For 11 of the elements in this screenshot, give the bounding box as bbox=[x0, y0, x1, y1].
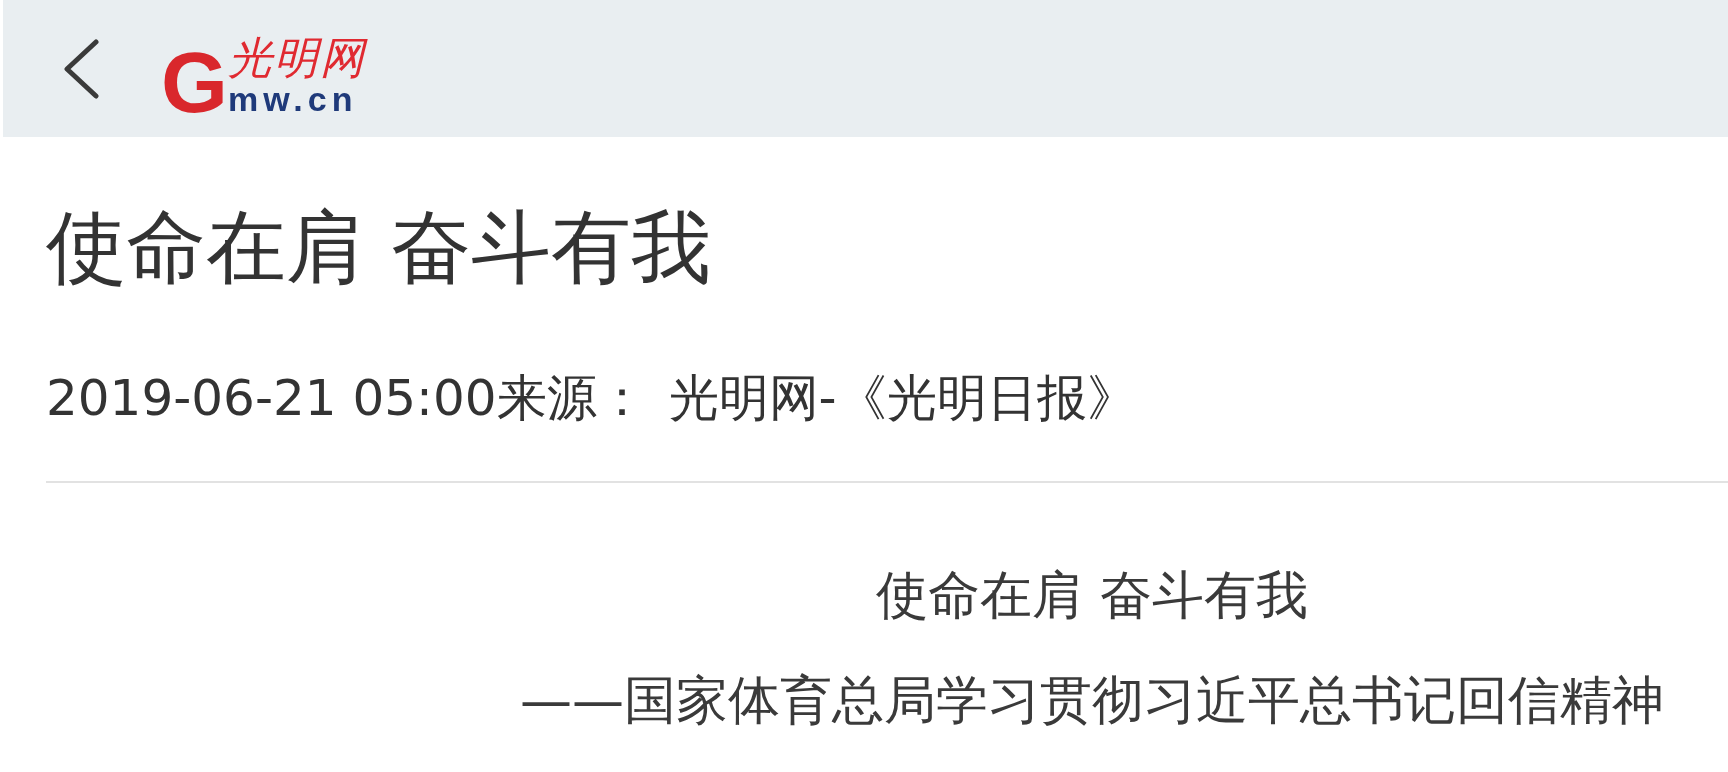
logo-domain: mw.cn bbox=[227, 83, 358, 114]
logo-calligraphy: 光明网 bbox=[227, 31, 366, 84]
publish-date: 2019-06-21 05:00 bbox=[46, 368, 497, 428]
source-label: 来源： bbox=[496, 368, 647, 428]
back-button[interactable] bbox=[63, 38, 99, 99]
source-name: 光明网-《光明日报》 bbox=[668, 368, 1137, 428]
body-subheading: ——国家体育总局学习贯彻习近平总书记回信精神 bbox=[520, 669, 1664, 732]
body-heading: 使命在肩 奋斗有我 bbox=[875, 564, 1309, 627]
article-title: 使命在肩 奋斗有我 bbox=[46, 201, 712, 295]
back-icon bbox=[63, 38, 99, 99]
logo-letter: G bbox=[161, 49, 228, 114]
